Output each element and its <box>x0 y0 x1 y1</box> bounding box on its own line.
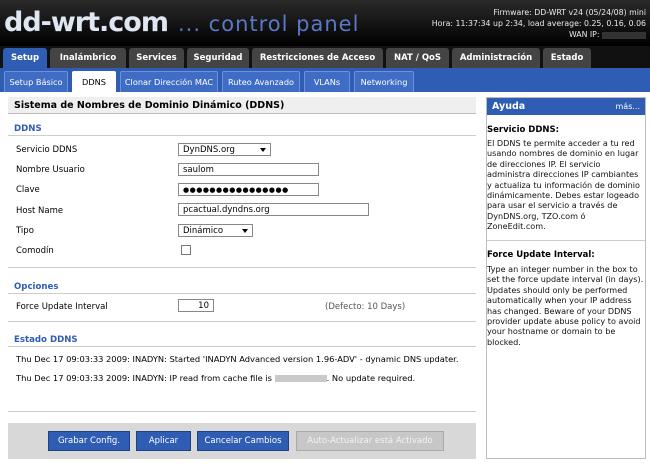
service-label: Servicio DDNS <box>16 145 78 155</box>
main-tabs: Setup Inalámbrico Services Seguridad Res… <box>0 46 650 68</box>
tab-inalambrico[interactable]: Inalámbrico <box>50 48 126 68</box>
wan-ip-redacted <box>602 31 646 39</box>
help-force-heading: Force Update Interval: <box>487 250 595 260</box>
status-section-bottom <box>8 411 476 412</box>
uptime-text: Hora: 11:37:34 up 2:34, load average: 0.… <box>431 19 646 28</box>
password-input[interactable]: ●●●●●●●●●●●●●●●● <box>178 183 319 196</box>
tab-nat-qos[interactable]: NAT / QoS <box>386 48 449 68</box>
chevron-down-icon <box>242 229 248 233</box>
type-select[interactable]: Dinámico <box>178 224 253 237</box>
tab-seguridad[interactable]: Seguridad <box>187 48 249 68</box>
button-bar: Grabar Config. Aplicar Cancelar Cambios … <box>8 423 476 459</box>
firmware-text: Firmware: DD-WRT v24 (05/24/08) mini <box>493 8 646 17</box>
ip-redacted <box>274 375 327 382</box>
log-line-2-text: Thu Dec 17 09:03:33 2009: INADYN: IP rea… <box>16 373 272 383</box>
tab-services[interactable]: Services <box>129 48 184 68</box>
hostname-label: Host Name <box>16 206 64 216</box>
force-update-label: Force Update Interval <box>16 302 108 312</box>
help-panel: Ayuda más... Servicio DDNS: El DDNS te p… <box>486 97 646 459</box>
status-legend: Estado DDNS <box>14 335 78 345</box>
tab-administracion[interactable]: Administración <box>452 48 540 68</box>
logo-main: dd-wrt.com <box>4 7 169 38</box>
help-more-link[interactable]: más... <box>616 102 641 111</box>
options-divider <box>8 293 476 294</box>
header: dd-wrt.com ... control panel Firmware: DD… <box>0 0 650 46</box>
help-ddns-text: El DDNS te permite acceder a tu red usan… <box>487 138 640 232</box>
force-update-default: (Defecto: 10 Days) <box>325 302 406 312</box>
log-line-2: Thu Dec 17 09:03:33 2009: INADYN: IP rea… <box>16 373 415 383</box>
log-line-1: Thu Dec 17 09:03:33 2009: INADYN: Starte… <box>16 354 459 364</box>
help-divider <box>487 240 645 241</box>
wan-ip-row: WAN IP: <box>432 29 646 40</box>
service-value: DynDNS.org <box>183 145 235 155</box>
ddns-section-bottom <box>8 267 476 268</box>
logo: dd-wrt.com ... control panel <box>4 7 359 38</box>
type-value: Dinámico <box>183 226 224 236</box>
chevron-down-icon <box>260 148 266 152</box>
type-label: Tipo <box>16 226 34 236</box>
auto-refresh-button[interactable]: Auto-Actualizar está Activado <box>296 431 444 451</box>
help-title: Ayuda <box>492 101 526 112</box>
apply-button[interactable]: Aplicar <box>136 431 191 451</box>
router-info: Firmware: DD-WRT v24 (05/24/08) mini Hor… <box>432 7 646 40</box>
password-label: Clave <box>16 185 40 195</box>
wildcard-label: Comodín <box>16 246 54 256</box>
help-header: Ayuda más... <box>487 98 645 115</box>
subtab-ddns[interactable]: DDNS <box>72 71 116 92</box>
help-force-text: Type an integer number in the box to set… <box>487 264 644 347</box>
subtab-vlans[interactable]: VLANs <box>304 71 350 92</box>
subtab-setup-basico[interactable]: Setup Básico <box>4 71 68 92</box>
page-title: Sistema de Nombres de Dominio Dinámico (… <box>8 97 476 114</box>
ddns-divider <box>8 135 476 136</box>
username-input[interactable]: saulom <box>178 163 319 176</box>
options-section-bottom <box>8 321 476 322</box>
service-select[interactable]: DynDNS.org <box>178 143 271 156</box>
subtab-networking[interactable]: Networking <box>354 71 414 92</box>
tab-estado[interactable]: Estado <box>543 48 591 68</box>
save-button[interactable]: Grabar Config. <box>48 431 130 451</box>
ddns-legend: DDNS <box>14 124 42 134</box>
subtab-clonar-mac[interactable]: Clonar Dirección MAC <box>120 71 218 92</box>
help-ddns-heading: Servicio DDNS: <box>487 125 560 135</box>
wan-ip-label: WAN IP: <box>568 30 600 39</box>
tab-restricciones[interactable]: Restricciones de Acceso <box>252 48 383 68</box>
username-label: Nombre Usuario <box>16 165 85 175</box>
cancel-button[interactable]: Cancelar Cambios <box>197 431 289 451</box>
hostname-input[interactable]: pcactual.dyndns.org <box>178 203 369 216</box>
sub-tabs: Setup Básico DDNS Clonar Dirección MAC R… <box>0 68 650 92</box>
content-panel: Sistema de Nombres de Dominio Dinámico (… <box>8 97 476 459</box>
status-divider <box>8 346 476 347</box>
wildcard-checkbox[interactable] <box>181 245 191 255</box>
log-line-2-tail: . No update required. <box>326 373 416 383</box>
tab-setup[interactable]: Setup <box>3 48 47 68</box>
logo-sub: ... control panel <box>177 12 360 36</box>
subtab-ruteo-avanzado[interactable]: Ruteo Avanzado <box>222 71 300 92</box>
force-update-input[interactable]: 10 <box>178 299 214 312</box>
options-legend: Opciones <box>14 282 59 292</box>
